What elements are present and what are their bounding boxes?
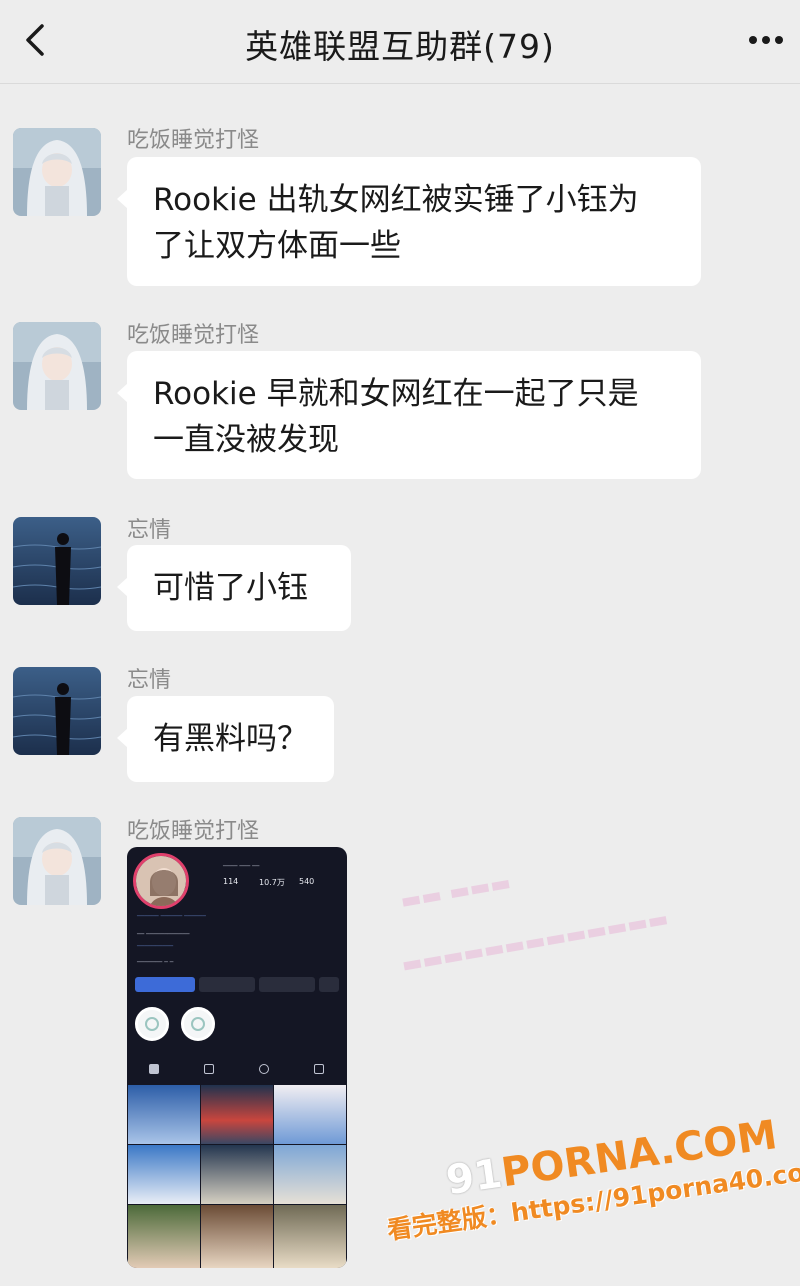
sender-name: 吃饭睡觉打怪 — [127, 128, 260, 153]
message-button[interactable] — [199, 977, 255, 992]
message-line: 一直没被发现 — [153, 422, 339, 458]
grid-photo — [128, 1205, 200, 1268]
more-dots-icon[interactable] — [744, 20, 794, 60]
message-line: 了让双方体面一些 — [153, 228, 401, 264]
stat-value: 114 — [223, 877, 239, 886]
tagged-tab-icon — [314, 1064, 324, 1074]
hooded-anime-avatar-icon — [13, 322, 101, 410]
avatar[interactable] — [13, 128, 101, 216]
silhouette-water-avatar-icon — [13, 667, 101, 755]
grid-photo — [274, 1085, 346, 1144]
profile-avatar — [133, 853, 189, 909]
highlight-icon — [181, 1007, 215, 1041]
sender-name: 吃饭睡觉打怪 — [127, 323, 260, 348]
sender-name: 吃饭睡觉打怪 — [127, 819, 260, 844]
grid-photo — [201, 1085, 273, 1144]
sender-name: 忘情 — [127, 518, 172, 543]
message-bubble[interactable]: Rookie 早就和女网红在一起了只是 一直没被发现 — [117, 351, 701, 479]
grid-photo — [128, 1085, 200, 1144]
chat-title: 英雄联盟互助群(79) — [245, 27, 555, 66]
avatar[interactable] — [13, 817, 101, 905]
chevron-left-icon[interactable] — [18, 18, 58, 62]
share-button[interactable] — [259, 977, 315, 992]
grid-photo — [201, 1145, 273, 1204]
grid-photo — [128, 1145, 200, 1204]
follow-button[interactable] — [135, 977, 195, 992]
grid-photo — [274, 1205, 346, 1268]
hooded-anime-avatar-icon — [13, 817, 101, 905]
avatar[interactable] — [13, 517, 101, 605]
silhouette-water-avatar-icon — [13, 517, 101, 605]
grid-photo — [201, 1205, 273, 1268]
message-bubble[interactable]: 可惜了小钰 — [117, 545, 351, 631]
stat-value: 540 — [299, 877, 315, 886]
message-line: 可惜了小钰 — [153, 570, 308, 606]
message-line: Rookie 早就和女网红在一起了只是 — [153, 376, 639, 412]
sender-name: 忘情 — [127, 668, 172, 693]
more-button[interactable] — [319, 977, 339, 992]
hooded-anime-avatar-icon — [13, 128, 101, 216]
avatar[interactable] — [13, 322, 101, 410]
message-bubble[interactable]: Rookie 出轨女网红被实锤了小钰为 了让双方体面一些 — [117, 157, 701, 286]
image-message[interactable]: ──── ─── ── 114 10.7万 540 ────── ────── … — [127, 847, 347, 1268]
grid-tab-icon — [149, 1064, 159, 1074]
reels-tab-icon — [204, 1064, 214, 1074]
faint-watermark: ▬▬▬▬▬▬▬▬▬▬▬▬▬ — [399, 906, 671, 979]
avatar[interactable] — [13, 667, 101, 755]
grid-photo — [274, 1145, 346, 1204]
highlight-icon — [135, 1007, 169, 1041]
message-line: 有黑料吗？ — [153, 721, 308, 757]
faint-watermark: ▬▬ ▬▬▬ — [398, 870, 513, 915]
stat-value: 10.7万 — [259, 878, 285, 887]
repost-tab-icon — [259, 1064, 269, 1074]
message-bubble[interactable]: 有黑料吗？ — [117, 696, 334, 782]
message-line: Rookie 出轨女网红被实锤了小钰为 — [153, 182, 639, 218]
chat-header: 英雄联盟互助群(79) — [0, 0, 800, 84]
